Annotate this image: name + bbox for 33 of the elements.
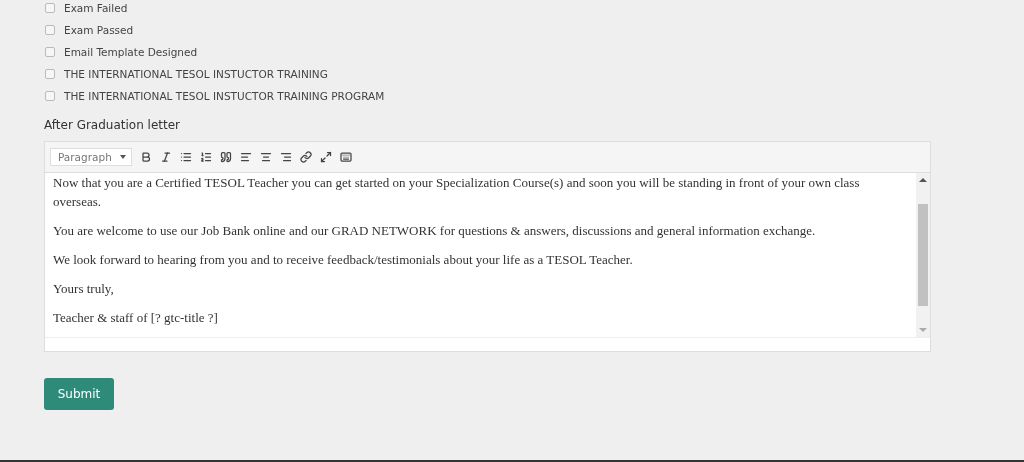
checkbox-label: Exam Failed — [64, 2, 128, 14]
checkbox[interactable] — [45, 3, 55, 13]
scrollbar-thumb[interactable] — [918, 204, 928, 306]
letter-paragraph: Teacher & staff of [? gtc-title ?] — [53, 309, 219, 327]
align-left-icon[interactable] — [240, 151, 252, 163]
numbered-list-icon[interactable] — [200, 151, 212, 163]
align-right-icon[interactable] — [280, 151, 292, 163]
bold-icon[interactable] — [140, 151, 152, 163]
checkbox[interactable] — [45, 25, 55, 35]
checkbox-label: Exam Passed — [64, 24, 134, 36]
field-label: After Graduation letter — [44, 118, 182, 132]
checkbox[interactable] — [45, 91, 55, 101]
link-icon[interactable] — [300, 151, 312, 163]
align-center-icon[interactable] — [260, 151, 272, 163]
rich-text-editor[interactable] — [44, 141, 931, 352]
letter-paragraph: Now that you are a Certified TESOL Teacher you can get started on your Specialization Course(s) and soon you will be standing in front of your own class overseas. — [53, 174, 861, 211]
checkbox-label: Email Template Designed — [64, 46, 198, 58]
keyboard-icon[interactable] — [340, 151, 352, 163]
format-dropdown[interactable]: Paragraph — [50, 148, 132, 166]
italic-icon[interactable] — [160, 151, 172, 163]
letter-paragraph: We look forward to hearing from you and to receive feedback/testimonials about your life as a TESOL Teacher. — [53, 251, 634, 269]
fullscreen-icon[interactable] — [320, 151, 332, 163]
caret-icon — [120, 155, 126, 159]
checkbox[interactable] — [45, 69, 55, 79]
letter-paragraph: Yours truly, — [53, 280, 115, 298]
letter-paragraph: You are welcome to use our Job Bank online and our GRAD NETWORK for questions & answers, discussions and general information exchange. — [53, 222, 817, 240]
submit-button[interactable]: Submit — [44, 378, 114, 410]
scrollbar[interactable] — [916, 173, 930, 337]
checkbox[interactable] — [45, 47, 55, 57]
checkbox-label: THE INTERNATIONAL TESOL INSTUCTOR TRAINING PROGRAM — [64, 90, 385, 102]
quote-icon[interactable] — [220, 151, 232, 163]
checkbox-label: THE INTERNATIONAL TESOL INSTUCTOR TRAINING — [64, 68, 328, 80]
bullet-list-icon[interactable] — [180, 151, 192, 163]
